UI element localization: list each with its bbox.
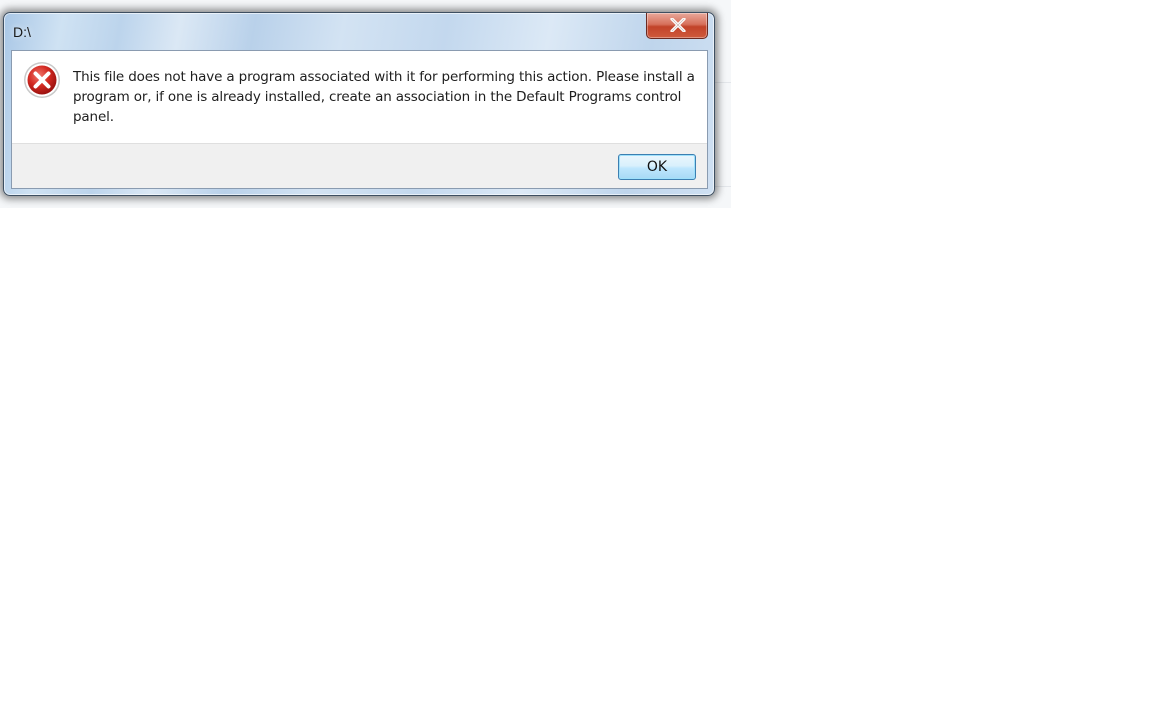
background-divider bbox=[715, 186, 731, 187]
close-icon bbox=[670, 18, 686, 32]
ok-button[interactable]: OK bbox=[618, 154, 696, 180]
dialog-body: This file does not have a program associ… bbox=[11, 50, 708, 189]
error-icon bbox=[24, 62, 60, 98]
close-button[interactable] bbox=[646, 13, 708, 39]
message-area: This file does not have a program associ… bbox=[12, 51, 707, 143]
desktop: D:\ This file does not have a program as… bbox=[0, 0, 1152, 720]
error-dialog: D:\ This file does not have a program as… bbox=[3, 12, 715, 196]
background-divider bbox=[715, 82, 731, 83]
button-bar: OK bbox=[12, 143, 707, 188]
error-message: This file does not have a program associ… bbox=[73, 69, 695, 125]
dialog-title: D:\ bbox=[13, 24, 31, 40]
